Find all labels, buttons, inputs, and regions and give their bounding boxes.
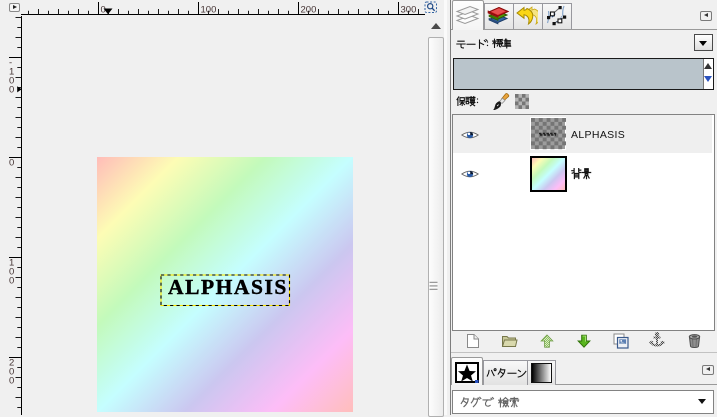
- svg-text:0: 0: [9, 158, 14, 169]
- svg-text:0: 0: [9, 376, 14, 387]
- svg-text:0: 0: [9, 85, 14, 96]
- svg-text:0: 0: [9, 276, 14, 287]
- svg-text:100: 100: [201, 5, 217, 16]
- svg-text:200: 200: [301, 5, 317, 16]
- svg-text:300: 300: [401, 5, 417, 16]
